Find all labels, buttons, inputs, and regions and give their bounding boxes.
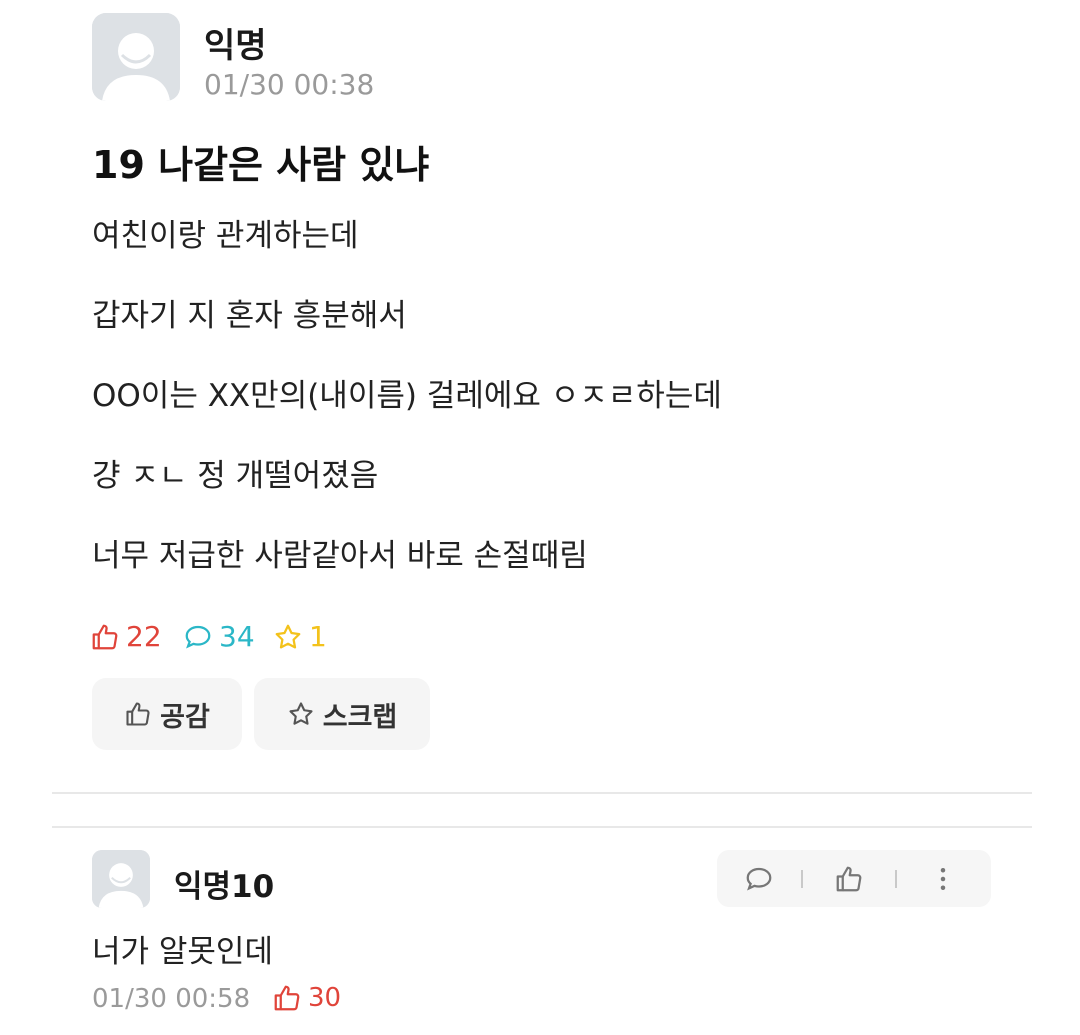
comment-icon — [185, 625, 211, 648]
post-date: 01/30 00:38 — [204, 68, 375, 101]
comment-actions — [717, 850, 991, 907]
section-divider — [52, 792, 1032, 794]
comment-like-count-value: 30 — [308, 983, 342, 1013]
scrap-button-label: 스크랩 — [322, 701, 398, 733]
comment-count: 34 — [183, 620, 255, 653]
post-body-line: 걍 ㅈㄴ 정 개떨어졌음 — [92, 458, 379, 494]
default-avatar-icon — [92, 13, 180, 101]
like-count-value: 22 — [126, 620, 162, 653]
like-button[interactable]: 공감 — [92, 678, 242, 750]
thumbs-up-icon — [92, 624, 118, 649]
reply-button[interactable] — [717, 850, 801, 907]
thumbs-up-icon — [836, 866, 862, 891]
default-avatar-icon — [92, 850, 150, 908]
thumbs-up-icon — [274, 985, 300, 1011]
comment-like-button[interactable] — [803, 850, 895, 907]
post-title: 19 나같은 사람 있냐 — [92, 143, 430, 187]
thumbs-up-icon — [126, 702, 150, 726]
comment-icon — [746, 867, 772, 890]
more-vertical-icon — [940, 867, 946, 890]
post-body-line: 여친이랑 관계하는데 — [92, 218, 359, 254]
comment-count-value: 34 — [219, 620, 255, 653]
avatar[interactable] — [92, 13, 180, 101]
post-body-line: OO이는 XX만의(내이름) 걸레에요 ㅇㅈㄹ하는데 — [92, 378, 722, 414]
comment-text: 너가 알못인데 — [92, 934, 273, 970]
post-author: 익명 — [204, 26, 267, 66]
comment-like-count: 30 — [272, 983, 341, 1013]
comment-author: 익명10 — [174, 869, 275, 905]
like-count: 22 — [90, 620, 162, 653]
scrap-button[interactable]: 스크랩 — [254, 678, 430, 750]
more-options-button[interactable] — [897, 850, 989, 907]
star-icon — [289, 702, 313, 725]
comment-date: 01/30 00:58 — [92, 984, 251, 1014]
scrap-count: 1 — [273, 620, 327, 653]
post-body-line: 갑자기 지 혼자 흥분해서 — [92, 298, 407, 334]
comment-avatar[interactable] — [92, 850, 150, 908]
scrap-count-value: 1 — [309, 620, 327, 653]
star-icon — [275, 624, 301, 648]
post-body-line: 너무 저급한 사람같아서 바로 손절때림 — [92, 538, 588, 574]
section-divider — [52, 826, 1032, 828]
like-button-label: 공감 — [160, 701, 210, 733]
